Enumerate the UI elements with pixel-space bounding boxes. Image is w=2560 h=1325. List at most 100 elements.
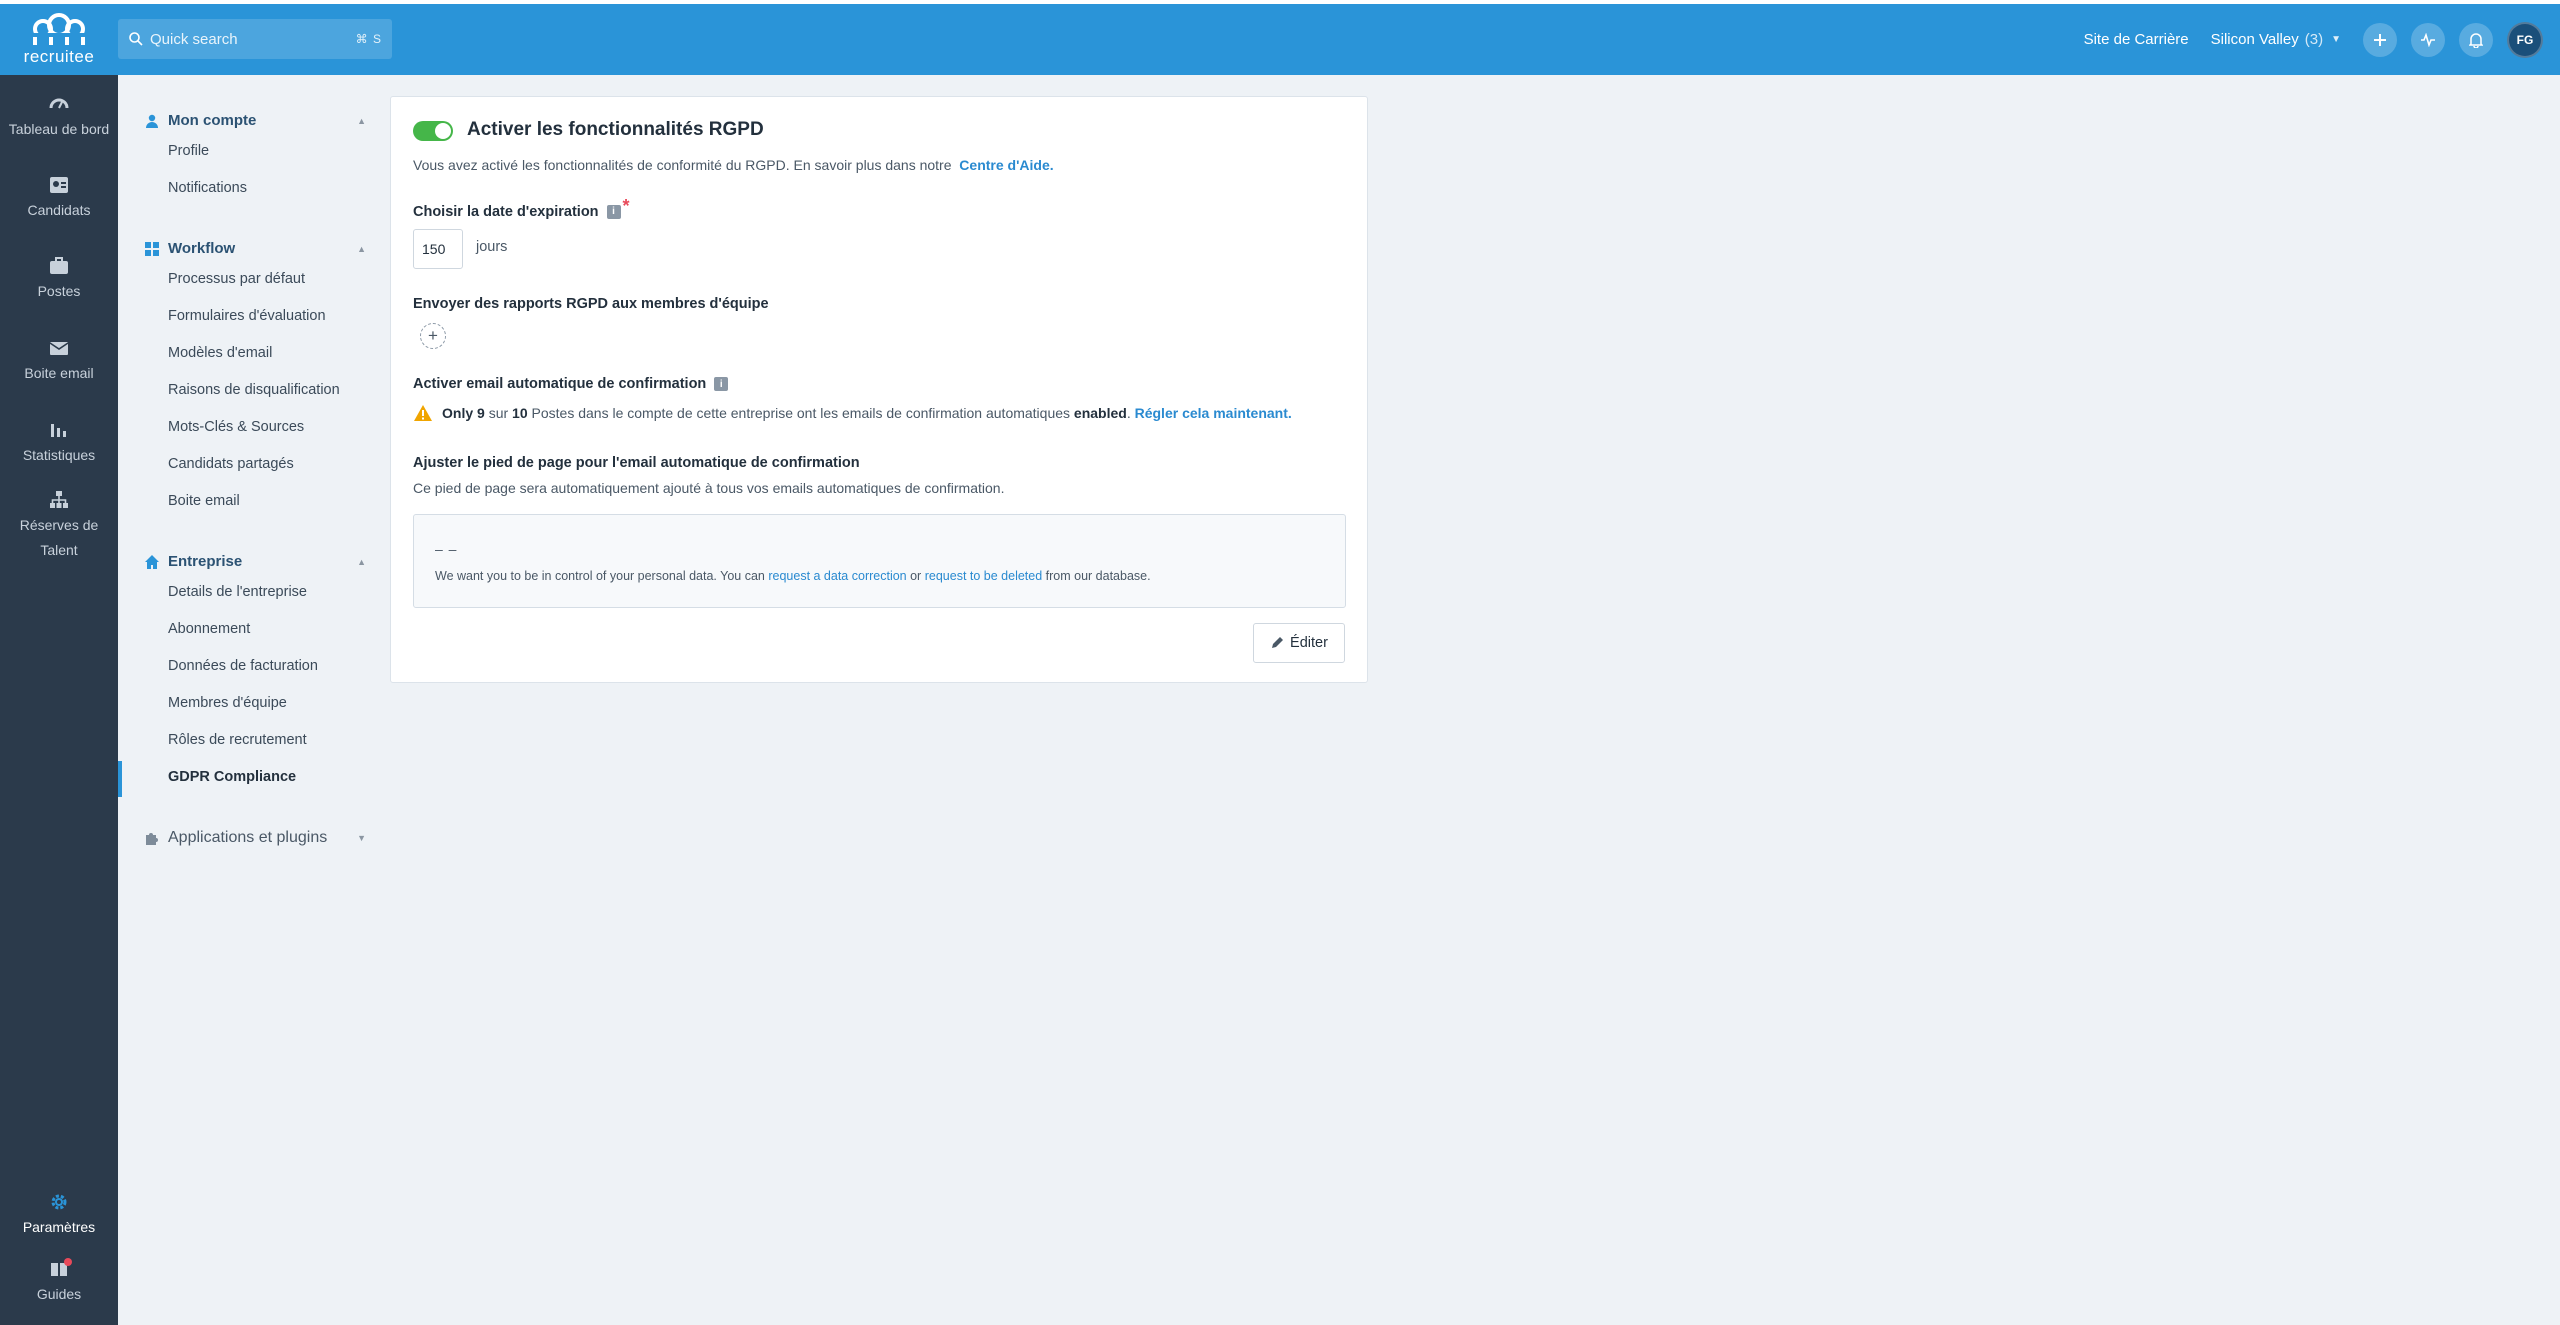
search-icon (129, 32, 143, 46)
nav-label: Postes (37, 283, 81, 299)
nav-candidates[interactable]: Candidats (0, 174, 118, 223)
toggle-knob (435, 123, 451, 139)
help-center-link[interactable]: Centre d'Aide. (959, 157, 1053, 173)
top-bar: recruitee Quick search ⌘ S Site de Carri… (0, 4, 2560, 75)
chevron-up-icon: ▲ (357, 115, 366, 126)
briefcase-icon (50, 257, 68, 274)
company-switcher[interactable]: Silicon Valley (3) ▼ (2211, 31, 2341, 48)
section-title: Mon compte (168, 112, 257, 129)
section-title: Applications et plugins (168, 829, 328, 846)
footer-label-text: Ajuster le pied de page pour l'email aut… (413, 455, 860, 471)
top-right-actions: Site de Carrière Silicon Valley (3) ▼ FG (2084, 4, 2560, 75)
gdpr-toggle[interactable] (413, 121, 453, 141)
expiry-label-text: Choisir la date d'expiration (413, 203, 599, 220)
sidebar-item-shared-candidates[interactable]: Candidats partagés (168, 456, 294, 472)
data-correction-link[interactable]: request a data correction (768, 569, 906, 583)
activity-icon (2421, 32, 2435, 47)
avatar[interactable]: FG (2507, 21, 2543, 58)
section-my-account[interactable]: Mon compte ▲ (144, 112, 366, 129)
activity-button[interactable] (2411, 22, 2445, 57)
chevron-down-icon: ▼ (2331, 34, 2341, 45)
nav-dashboard[interactable]: Tableau de bord (0, 93, 118, 142)
sidebar-item-notifications[interactable]: Notifications (168, 180, 247, 196)
nav-jobs[interactable]: Postes (0, 255, 118, 304)
warning-only: Only (442, 405, 474, 421)
sidebar-item-gdpr[interactable]: GDPR Compliance (168, 769, 296, 785)
sidebar-item-profile[interactable]: Profile (168, 143, 209, 159)
sidebar-item-default-process[interactable]: Processus par défaut (168, 271, 305, 287)
sidebar-item-evaluation-forms[interactable]: Formulaires d'évaluation (168, 308, 326, 324)
settings-sidebar: Mon compte ▲ Profile Notifications Workf… (118, 75, 378, 1325)
section-title: Entreprise (168, 553, 243, 570)
edit-button[interactable]: Éditer (1253, 623, 1345, 663)
sidebar-item-team-members[interactable]: Membres d'équipe (168, 695, 287, 711)
search-placeholder: Quick search (150, 30, 238, 48)
user-icon (146, 114, 158, 128)
sidebar-item-keywords-sources[interactable]: Mots-Clés & Sources (168, 419, 304, 435)
chevron-up-icon: ▲ (357, 556, 366, 567)
candidates-icon (50, 177, 68, 193)
footer-or: or (910, 569, 922, 583)
edit-button-label: Éditer (1290, 635, 1328, 651)
warning-text: Postes dans le compte de cette entrepris… (531, 405, 1071, 421)
footer-label: Ajuster le pied de page pour l'email aut… (413, 455, 860, 471)
section-apps-plugins[interactable]: Applications et plugins ▼ (144, 829, 366, 847)
puzzle-icon (146, 833, 158, 845)
deletion-link[interactable]: request to be deleted (925, 569, 1042, 583)
warning-count: 9 (477, 405, 485, 421)
career-site-link[interactable]: Site de Carrière (2084, 31, 2189, 48)
nav-label: Réserves de Talent (19, 517, 99, 558)
expiry-unit: jours (476, 239, 508, 255)
footer-preview-text: We want you to be in control of your per… (435, 569, 1151, 583)
nav-label: Guides (36, 1286, 82, 1302)
warning-sur: sur (488, 405, 509, 421)
sidebar-item-recruiting-roles[interactable]: Rôles de recrutement (168, 732, 307, 748)
nav-talent-pools[interactable]: Réserves de Talent (0, 489, 118, 563)
section-workflow[interactable]: Workflow ▲ (144, 240, 366, 257)
warning-icon (414, 405, 432, 421)
plus-icon (2374, 33, 2386, 46)
sidebar-item-billing[interactable]: Données de facturation (168, 658, 318, 674)
nav-label: Boite email (24, 365, 94, 381)
nav-mailbox[interactable]: Boite email (0, 337, 118, 386)
section-company[interactable]: Entreprise ▲ (144, 553, 366, 570)
notifications-button[interactable] (2459, 22, 2493, 57)
search-input[interactable]: Quick search ⌘ S (118, 19, 392, 59)
description-text: Vous avez activé les fonctionnalités de … (413, 157, 952, 173)
chart-icon (51, 424, 66, 437)
info-icon[interactable]: i (714, 377, 729, 391)
footer-text-before: We want you to be in control of your per… (435, 569, 765, 583)
page-title: Activer les fonctionnalités RGPD (467, 119, 764, 140)
bell-icon (2469, 32, 2483, 48)
org-icon (50, 491, 68, 508)
sidebar-item-mailbox[interactable]: Boite email (168, 493, 240, 509)
auto-email-label-text: Activer email automatique de confirmatio… (413, 376, 707, 392)
auto-email-warning: Only 9 sur 10 Postes dans le compte de c… (413, 404, 1292, 422)
fix-now-link[interactable]: Régler cela maintenant. (1135, 405, 1292, 421)
nav-statistics[interactable]: Statistiques (0, 419, 118, 468)
gdpr-settings-card: Activer les fonctionnalités RGPD Vous av… (390, 96, 1368, 683)
sidebar-item-email-templates[interactable]: Modèles d'email (168, 345, 272, 361)
home-icon (145, 554, 159, 569)
chevron-up-icon: ▲ (357, 243, 366, 254)
nav-guides[interactable]: Guides (0, 1258, 118, 1307)
auto-email-label: Activer email automatique de confirmatio… (413, 376, 729, 392)
nav-settings[interactable]: Paramètres (0, 1191, 118, 1240)
chevron-down-icon: ▼ (357, 833, 366, 843)
add-member-button[interactable]: + (420, 323, 446, 349)
add-button[interactable] (2363, 22, 2397, 57)
nav-label: Statistiques (22, 447, 96, 463)
nav-label: Candidats (27, 202, 91, 218)
sidebar-item-disqualify-reasons[interactable]: Raisons de disqualification (168, 382, 340, 398)
expiry-label: Choisir la date d'expiration i * (413, 196, 630, 222)
warning-state: enabled (1073, 405, 1127, 421)
logo[interactable]: recruitee (0, 4, 118, 75)
info-icon[interactable]: i (606, 204, 621, 219)
sidebar-item-company-details[interactable]: Details de l'entreprise (168, 584, 307, 600)
sidebar-item-subscription[interactable]: Abonnement (168, 621, 250, 637)
search-shortcut: ⌘ S (355, 32, 382, 46)
expiry-days-input[interactable] (413, 229, 463, 269)
reports-label: Envoyer des rapports RGPD aux membres d'… (413, 296, 769, 312)
footer-preview: – – We want you to be in control of your… (413, 514, 1346, 608)
mail-icon (49, 342, 69, 355)
